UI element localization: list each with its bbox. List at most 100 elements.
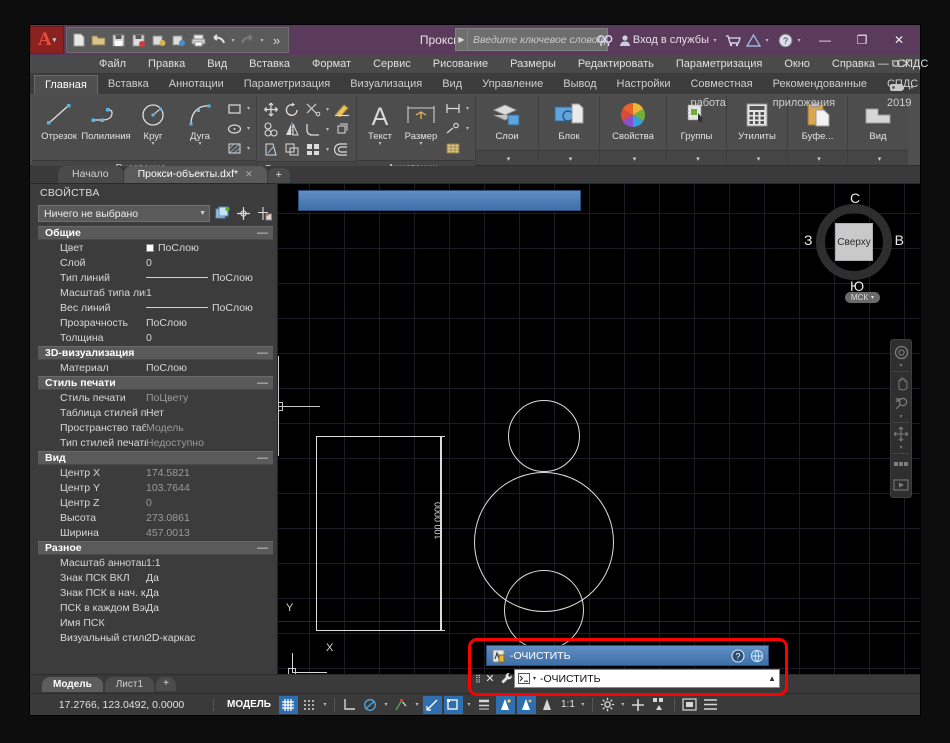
property-row[interactable]: МатериалПоСлою [38, 360, 273, 375]
ribbon-tab-10[interactable]: Рекомендованные приложения [763, 75, 877, 94]
compass-north-label[interactable]: С [850, 190, 860, 206]
property-row[interactable]: ЦветПоСлою [38, 240, 273, 255]
new-layout-button[interactable]: + [156, 677, 176, 691]
inner-restore-icon[interactable]: ⧉ [892, 58, 903, 70]
chevron-down-icon[interactable]: ▾ [908, 84, 916, 91]
close-button[interactable]: ✕ [882, 27, 916, 53]
chevron-down-icon[interactable]: ▾ [324, 146, 331, 153]
document-tab-1[interactable]: Прокси-объекты.dxf*✕ [124, 166, 267, 183]
property-value-cell[interactable]: ПоСлою [146, 272, 273, 284]
chevron-down-icon[interactable]: ▾ [696, 156, 700, 163]
property-value-cell[interactable]: 1:1 [146, 557, 273, 569]
arc-button[interactable]: Дуга ▾ [177, 98, 223, 147]
print-icon[interactable] [189, 29, 208, 51]
menu-item-2[interactable]: Вид [196, 55, 238, 74]
menu-item-9[interactable]: Параметризация [665, 55, 773, 74]
property-row[interactable]: Высота273.0861 [38, 510, 273, 525]
chevron-down-icon[interactable]: ▾ [378, 142, 381, 147]
close-icon[interactable]: ✕ [482, 669, 498, 688]
ellipse-icon[interactable] [224, 119, 244, 138]
block-button[interactable]: Блок [543, 98, 595, 142]
property-row[interactable]: Масштаб типа линий1 [38, 285, 273, 300]
collapse-icon[interactable]: — [257, 377, 268, 389]
trim-icon[interactable] [303, 100, 323, 119]
help-icon[interactable]: ? [731, 648, 745, 663]
menu-item-11[interactable]: Справка [821, 55, 886, 74]
autodesk-account-button[interactable]: ▾ [744, 34, 773, 47]
collapse-icon[interactable]: — [257, 347, 268, 359]
snap-dropdown-icon[interactable]: ▾ [321, 701, 329, 708]
property-value-cell[interactable]: 1 [146, 287, 273, 299]
clean-screen-icon[interactable] [680, 696, 699, 714]
menu-item-8[interactable]: Редактировать [567, 55, 665, 74]
dim-style-icon[interactable] [443, 99, 463, 118]
ribbon-tab-5[interactable]: Вид [432, 75, 472, 94]
property-value-cell[interactable]: 273.0861 [146, 512, 273, 524]
inner-close-icon[interactable]: ✕ [903, 58, 914, 70]
object-snap-toggle[interactable] [392, 696, 411, 714]
chevron-down-icon[interactable]: ▾ [245, 125, 252, 132]
property-value-cell[interactable]: ПоСлою [146, 242, 273, 254]
dimension-text[interactable]: 100.0000 [433, 502, 443, 540]
chevron-down-icon[interactable]: ▾ [757, 156, 761, 163]
ribbon-tab-8[interactable]: Настройки [607, 75, 681, 94]
property-value-cell[interactable]: 0 [146, 257, 273, 269]
save-icon[interactable] [109, 29, 128, 51]
rectangle-icon[interactable] [224, 99, 244, 118]
ucs-selector-badge[interactable]: МСК ▾ [845, 292, 880, 303]
document-tab-0[interactable]: Начало [58, 166, 123, 183]
circle-entity-small-bottom[interactable] [504, 570, 584, 650]
property-value-cell[interactable]: 0 [146, 332, 273, 344]
property-value-cell[interactable]: ПоЦвету [146, 392, 273, 404]
chevron-down-icon[interactable]: ▾ [151, 142, 154, 147]
search-input[interactable]: Введите ключевое слово/фразу [468, 28, 608, 51]
property-value-cell[interactable]: Недоступно [146, 437, 273, 449]
rotate-icon[interactable] [282, 100, 302, 119]
property-row[interactable]: Центр X174.5821 [38, 465, 273, 480]
text-button[interactable]: A Текст ▾ [361, 98, 399, 147]
property-row[interactable]: Центр Z0 [38, 495, 273, 510]
ribbon-tab-3[interactable]: Параметризация [234, 75, 340, 94]
more-icon[interactable]: » [267, 29, 286, 51]
property-value-cell[interactable]: Модель [146, 422, 273, 434]
chevron-down-icon[interactable]: ▾ [533, 675, 536, 682]
quick-select-icon[interactable] [214, 205, 231, 222]
property-group-header-3[interactable]: Вид— [38, 451, 273, 465]
chevron-down-icon[interactable]: ▾ [245, 105, 252, 112]
menu-item-1[interactable]: Правка [137, 55, 196, 74]
property-row[interactable]: Толщина0 [38, 330, 273, 345]
chevron-down-icon[interactable]: ▾ [464, 105, 471, 112]
inner-minimize-icon[interactable]: — [878, 58, 892, 70]
orbit-icon[interactable] [892, 425, 910, 443]
plot-icon[interactable] [149, 29, 168, 51]
inner-window-controls[interactable]: —⧉✕ [878, 55, 914, 74]
chevron-down-icon[interactable]: ▾ [633, 156, 637, 163]
ortho-mode-toggle[interactable] [340, 696, 359, 714]
menu-item-4[interactable]: Формат [301, 55, 362, 74]
chevron-down-icon[interactable]: ▾ [245, 145, 252, 152]
collapse-icon[interactable]: — [257, 542, 268, 554]
property-row[interactable]: Пространство табли...Модель [38, 420, 273, 435]
property-value-cell[interactable]: Да [146, 602, 273, 614]
save-as-icon[interactable] [129, 29, 148, 51]
chevron-down-icon[interactable]: ▼ [199, 210, 206, 217]
property-row[interactable]: Масштаб аннотаций1:1 [38, 555, 273, 570]
properties-list[interactable]: Общие—ЦветПоСлоюСлой0Тип линийПоСлоюМасш… [30, 225, 277, 674]
stretch-icon[interactable] [261, 140, 281, 159]
chevron-down-icon[interactable]: ▾ [198, 142, 201, 147]
transparency-toggle[interactable] [496, 696, 515, 714]
layout-tab-0[interactable]: Модель [42, 677, 103, 692]
view-cube[interactable]: Сверху С Ю З В [806, 194, 902, 290]
collapse-icon[interactable]: — [257, 452, 268, 464]
cart-icon[interactable] [724, 32, 741, 49]
property-group-header-1[interactable]: 3D-визуализация— [38, 346, 273, 360]
property-value-cell[interactable]: Да [146, 572, 273, 584]
showmotion-icon[interactable] [892, 456, 910, 474]
property-row[interactable]: Ширина457.0013 [38, 525, 273, 540]
grid-mode-toggle[interactable] [279, 696, 298, 714]
layers-button[interactable]: Слои [480, 98, 534, 142]
workspace-dropdown-icon[interactable]: ▾ [619, 701, 627, 708]
ribbon-tab-6[interactable]: Управление [472, 75, 553, 94]
chevron-down-icon[interactable]: ▾ [419, 142, 422, 147]
ribbon-tab-2[interactable]: Аннотации [159, 75, 234, 94]
